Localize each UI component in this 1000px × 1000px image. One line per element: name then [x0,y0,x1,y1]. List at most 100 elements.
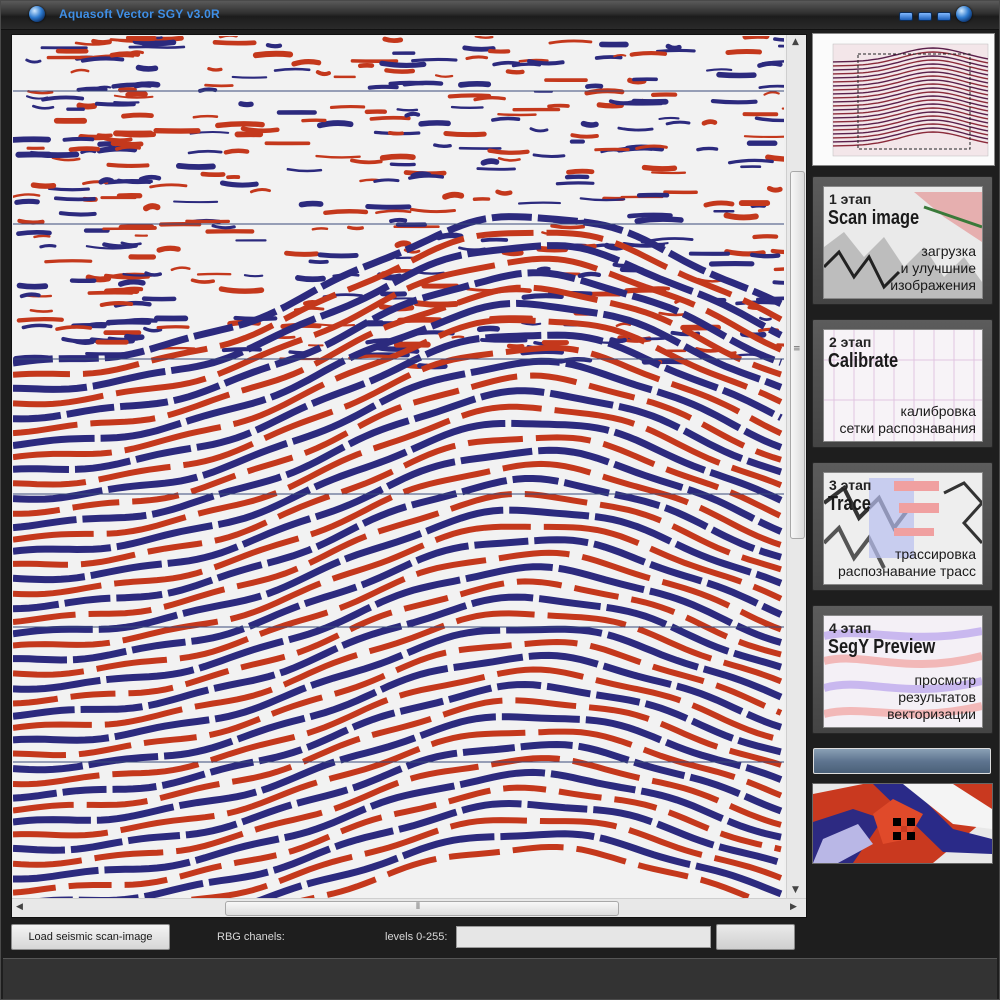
stage-3-title: Trace [828,493,871,515]
seismic-trace [141,44,186,49]
maximize-icon[interactable] [918,12,932,21]
seismic-trace [491,116,521,122]
seismic-trace [346,225,364,231]
overview-thumbnail[interactable] [812,33,995,166]
horizontal-scroll-thumb[interactable]: ⦀ [225,901,619,916]
stage-4-desc-line: векторизации [887,706,976,722]
seismic-trace [480,237,509,243]
seismic-trace [33,234,51,239]
seismic-trace [404,111,421,118]
stage-2-number: 2 этап [829,334,872,350]
seismic-trace [758,84,784,90]
apply-levels-button[interactable] [716,924,795,950]
seismic-trace [765,154,784,162]
stage-3-button[interactable]: 3 этап Trace трассировка распознавание т… [823,472,983,585]
seismic-trace [413,300,459,308]
scroll-down-icon[interactable]: ▼ [792,885,799,895]
stage-3-panel[interactable]: 3 этап Trace трассировка распознавание т… [812,462,993,591]
seismic-trace [641,164,678,172]
seismic-trace [106,162,150,168]
horizontal-scrollbar[interactable]: ◀ ⦀ ▶ [12,898,806,917]
seismic-trace [240,126,280,134]
vertical-scrollbar[interactable]: ▲ ≡ ▼ [786,35,806,898]
seismic-trace [367,84,399,90]
seismic-trace [521,293,564,300]
seismic-trace [505,69,525,75]
seismic-trace [29,309,53,313]
seismic-trace [410,171,432,179]
seismic-trace [759,316,772,321]
seismic-trace [550,223,585,230]
seismic-trace [350,158,383,165]
app-orb-icon[interactable] [29,6,45,22]
stage-4-button[interactable]: 4 этап SegY Preview просмотр результатов… [823,615,983,728]
seismic-image[interactable] [13,36,784,898]
seismic-trace [329,104,366,109]
stage-1-button[interactable]: 1 этап Scan image загрузка и улучшние из… [823,186,983,299]
seismic-trace [17,218,45,225]
seismic-trace [757,61,783,68]
title-bar[interactable]: Aquasoft Vector SGY v3.0R [1,1,999,30]
seismic-trace [315,70,331,77]
seismic-trace [389,162,416,167]
seismic-trace [629,50,668,57]
seismic-trace [497,113,537,117]
seismic-trace [564,174,590,180]
seismic-trace [566,168,595,175]
seismic-trace [506,343,525,349]
seismic-trace [627,212,673,219]
stage-1-desc-line: изображения [890,277,976,293]
seismic-viewer[interactable]: ▲ ≡ ▼ ◀ ⦀ ▶ [11,34,807,918]
seismic-trace [462,45,496,52]
stage-2-description: калибровка сетки распознавания [840,403,977,437]
seismic-trace [608,99,635,106]
close-icon[interactable] [956,6,972,22]
seismic-trace [723,212,759,221]
scroll-left-icon[interactable]: ◀ [16,902,23,912]
seismic-trace [772,280,784,285]
seismic-trace [317,252,359,259]
levels-input[interactable] [456,926,711,948]
seismic-trace [742,36,770,40]
seismic-trace [94,101,136,107]
seismic-trace [143,203,161,212]
seismic-trace [379,60,427,68]
stage-1-panel[interactable]: 1 этап Scan image загрузка и улучшние из… [812,176,993,305]
seismic-trace [127,50,144,56]
seismic-trace [450,105,484,110]
seismic-trace [125,90,148,98]
seismic-trace [30,182,57,189]
rgb-channels-label: RBG chanels: [217,931,285,943]
minimize-icon[interactable] [899,12,913,21]
restore-icon[interactable] [937,12,951,21]
seismic-trace [212,39,257,46]
seismic-trace [96,133,113,138]
seismic-trace [474,36,494,39]
stage-2-panel[interactable]: 2 этап Calibrate калибровка сетки распоз… [812,319,993,448]
seismic-trace [725,49,763,55]
seismic-trace [53,196,96,202]
scroll-up-icon[interactable]: ▲ [792,37,799,47]
stage-4-panel[interactable]: 4 этап SegY Preview просмотр результатов… [812,605,993,734]
stage-3-description: трассировка распознавание трасс [838,546,976,580]
stage-4-title: SegY Preview [828,636,936,658]
seismic-trace [665,120,691,126]
seismic-trace [19,292,41,299]
stage-2-button[interactable]: 2 этап Calibrate калибровка сетки распоз… [823,329,983,442]
stage-3-desc-line: распознавание трасс [838,563,976,579]
seismic-trace [192,114,219,119]
seismic-trace [389,217,408,224]
seismic-trace [284,250,320,257]
load-image-button[interactable]: Load seismic scan-image [11,924,170,950]
vertical-scroll-thumb[interactable]: ≡ [790,171,805,539]
seismic-trace [124,317,156,323]
seismic-trace [117,279,146,287]
seismic-trace [487,48,511,54]
seismic-trace [716,71,757,79]
scroll-right-icon[interactable]: ▶ [790,902,797,912]
seismic-trace [301,118,327,123]
seismic-trace [132,38,177,47]
seismic-trace [577,271,602,279]
seismic-trace [442,191,465,200]
seismic-trace [16,282,49,290]
